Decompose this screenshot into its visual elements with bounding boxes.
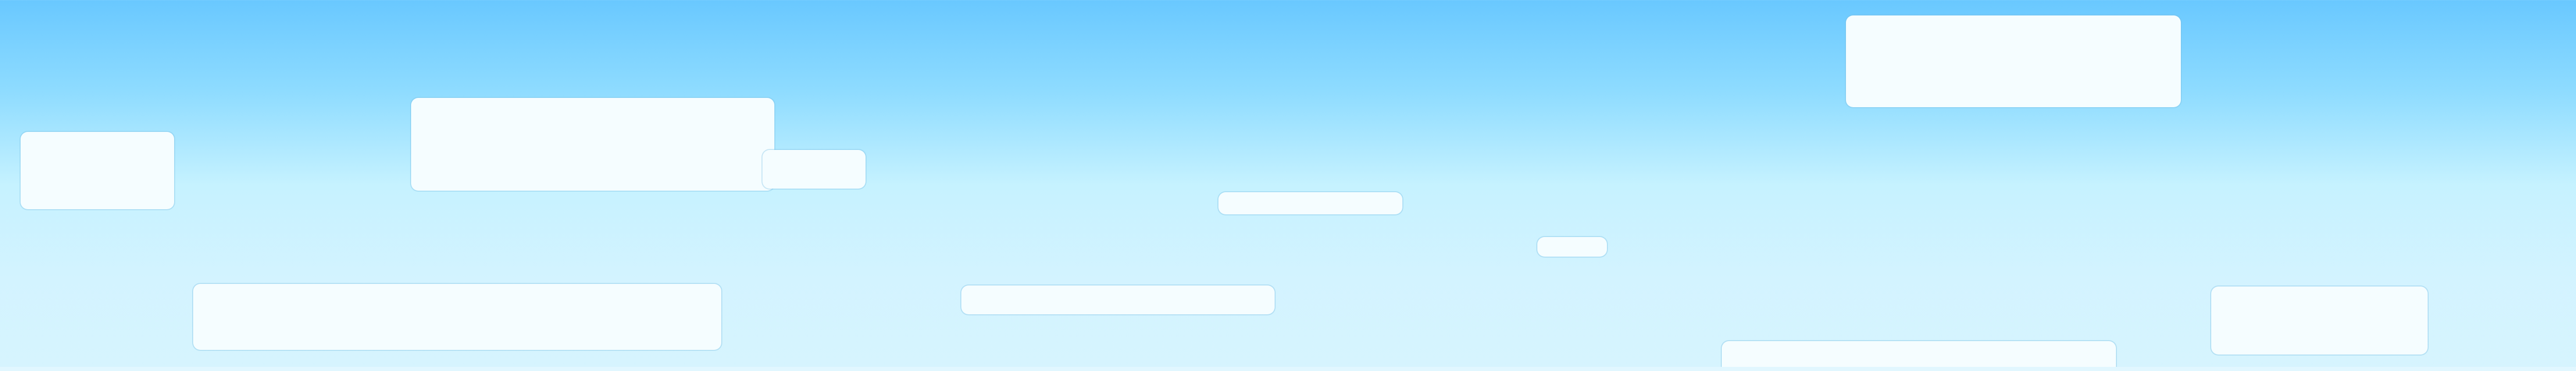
cloud-platform-3 bbox=[411, 98, 774, 191]
cloud-platform-4 bbox=[762, 150, 866, 189]
cloud-platform-10 bbox=[2211, 286, 2428, 355]
cloud-platform-5 bbox=[961, 285, 1275, 314]
cloud-platform-1 bbox=[21, 132, 174, 209]
cloud-platform-7 bbox=[1537, 237, 1607, 257]
horizon-strip bbox=[0, 367, 2576, 371]
game-sky-scene bbox=[0, 0, 2576, 371]
cloud-platform-2 bbox=[193, 284, 721, 350]
cloud-platform-9 bbox=[1846, 15, 2181, 107]
cloud-platform-6 bbox=[1218, 192, 1402, 214]
